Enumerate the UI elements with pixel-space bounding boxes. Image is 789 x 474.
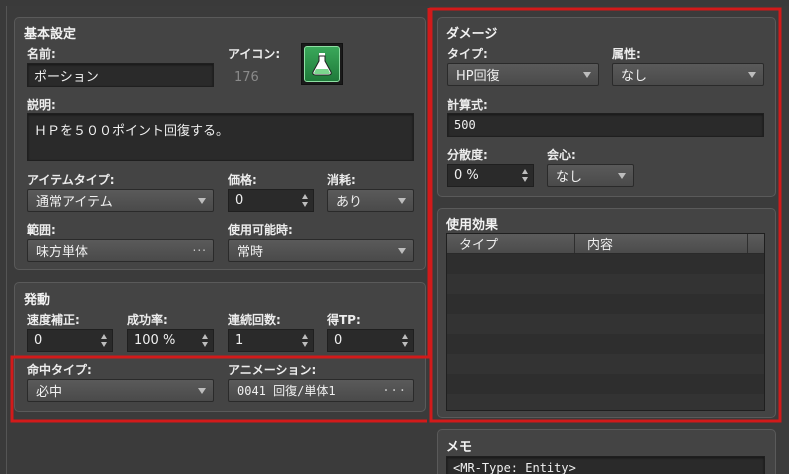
highlight-outline-left bbox=[10, 7, 782, 423]
